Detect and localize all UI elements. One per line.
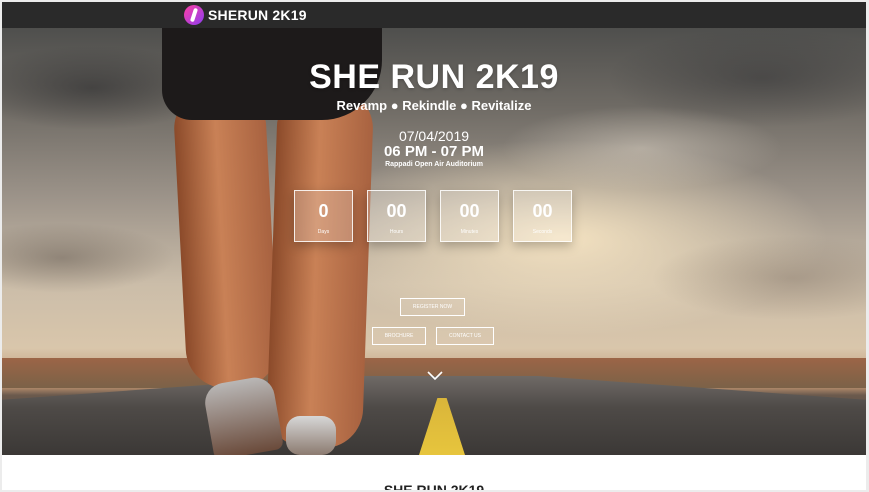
- brochure-button[interactable]: BROCHURE: [372, 327, 426, 345]
- section-title: SHE RUN 2K19: [383, 482, 485, 490]
- countdown-value: 0: [318, 201, 329, 221]
- register-now-button[interactable]: REGISTER NOW: [400, 298, 465, 316]
- countdown-days: 0 Days: [294, 190, 353, 242]
- event-venue: Rappadi Open Air Auditorium: [385, 161, 483, 168]
- countdown-seconds: 00 Seconds: [513, 190, 572, 242]
- countdown-label: Seconds: [532, 229, 553, 235]
- runner-right-shoe: [286, 416, 336, 455]
- runner-logo-icon: [184, 5, 204, 25]
- countdown-hours: 00 Hours: [367, 190, 426, 242]
- countdown-value: 00: [386, 201, 407, 221]
- countdown-label: Days: [317, 229, 330, 235]
- hero-title: SHE RUN 2K19: [309, 58, 559, 96]
- runner-left-shoe: [202, 374, 284, 455]
- browser-viewport: SHERUN 2K19 SHE RUN 2K19 Revamp ● Rekind…: [2, 2, 866, 490]
- countdown-value: 00: [459, 201, 480, 221]
- hero-section: SHE RUN 2K19 Revamp ● Rekindle ● Revital…: [2, 28, 866, 455]
- countdown-label: Minutes: [460, 229, 479, 235]
- chevron-down-icon[interactable]: [427, 371, 443, 381]
- top-navbar: SHERUN 2K19: [2, 2, 866, 28]
- countdown-label: Hours: [389, 229, 404, 235]
- countdown-minutes: 00 Minutes: [440, 190, 499, 242]
- contact-us-button[interactable]: CONTACT US: [436, 327, 494, 345]
- event-date: 07/04/2019: [398, 128, 470, 144]
- hero-tagline: Revamp ● Rekindle ● Revitalize: [336, 98, 532, 113]
- site-logo[interactable]: SHERUN 2K19: [184, 5, 307, 25]
- event-time: 06 PM - 07 PM: [383, 143, 485, 160]
- countdown-value: 00: [532, 201, 553, 221]
- countdown-timer: 0 Days 00 Hours 00 Minutes 00 Seconds: [294, 190, 572, 242]
- logo-text: SHERUN 2K19: [208, 7, 307, 23]
